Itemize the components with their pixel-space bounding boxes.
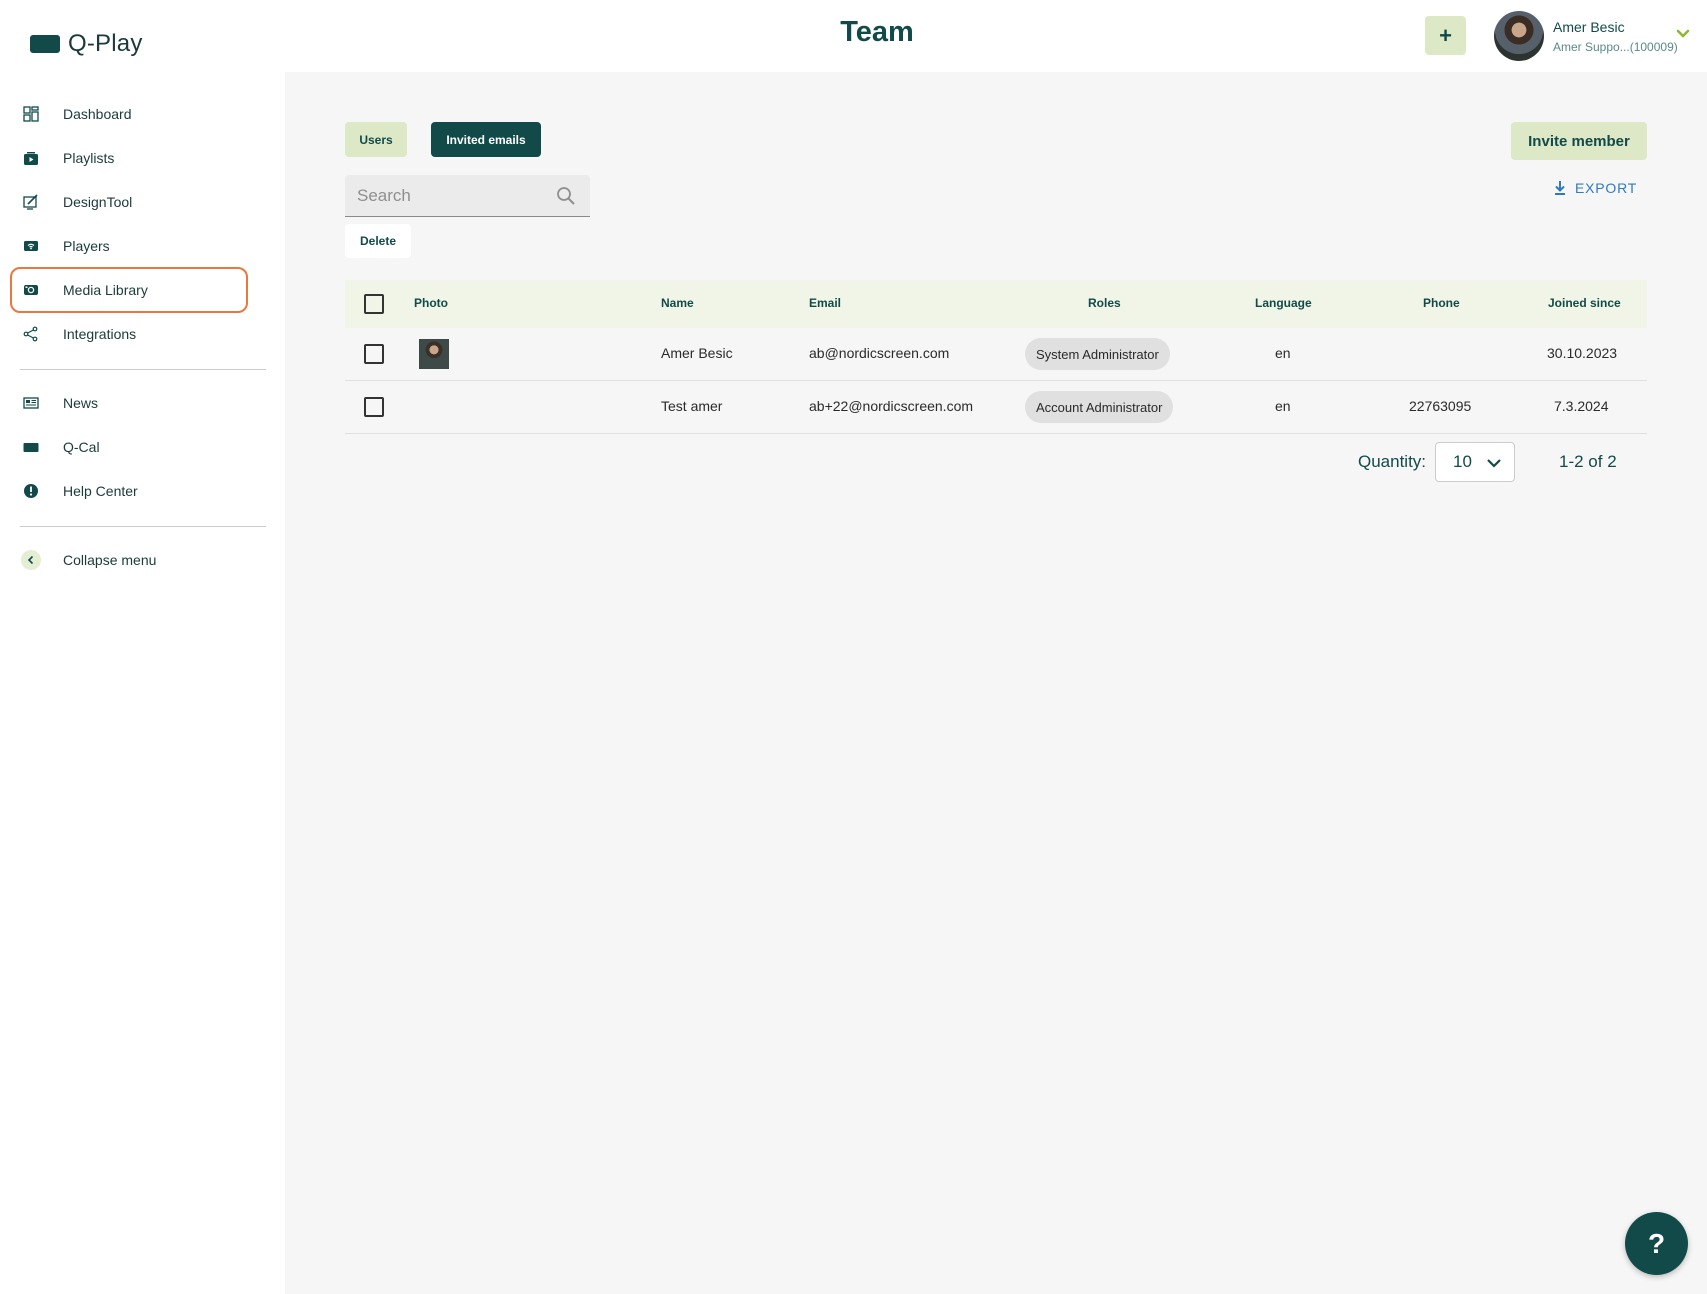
sidebar-item-label: Collapse menu (63, 552, 157, 568)
news-icon (23, 397, 39, 409)
sidebar-divider (20, 526, 266, 527)
avatar (1494, 11, 1544, 61)
user-account: Amer Suppo...(100009) (1553, 39, 1678, 54)
select-all-checkbox[interactable] (364, 294, 384, 314)
table-header: Photo Name Email Roles Language Phone Jo… (345, 280, 1647, 328)
members-table: Photo Name Email Roles Language Phone Jo… (345, 280, 1647, 434)
media-library-icon (24, 285, 38, 295)
sidebar-item-news[interactable]: News (10, 380, 248, 426)
help-fab-button[interactable]: ? (1625, 1212, 1688, 1275)
delete-button[interactable]: Delete (345, 224, 411, 258)
member-photo (419, 339, 449, 369)
dashboard-icon (23, 106, 39, 122)
sidebar-item-playlists[interactable]: Playlists (10, 135, 248, 181)
column-header-email: Email (809, 296, 842, 310)
main-content: Users Invited emails Invite member EXPOR… (285, 72, 1707, 1294)
download-icon (1555, 181, 1565, 195)
collapse-icon (21, 550, 41, 570)
export-button[interactable]: EXPORT (1553, 180, 1637, 196)
chevron-down-icon (1487, 459, 1501, 468)
sidebar-item-label: Media Library (63, 282, 148, 298)
sidebar-item-players[interactable]: Players (10, 223, 248, 269)
search-input[interactable] (357, 185, 547, 207)
tab-invited-emails[interactable]: Invited emails (431, 122, 541, 157)
column-header-roles: Roles (1088, 296, 1121, 310)
column-header-language: Language (1255, 296, 1312, 310)
member-email: ab+22@nordicscreen.com (809, 398, 974, 414)
column-header-phone: Phone (1423, 296, 1460, 310)
table-row[interactable]: Test amer ab+22@nordicscreen.com Account… (345, 381, 1647, 434)
column-header-joined: Joined since (1548, 296, 1621, 310)
user-info: Amer Besic Amer Suppo...(100009) (1553, 19, 1678, 54)
row-checkbox[interactable] (364, 344, 384, 364)
design-tool-icon (23, 194, 38, 210)
column-header-photo: Photo (414, 296, 448, 310)
sidebar-item-label: DesignTool (63, 194, 133, 210)
member-joined: 7.3.2024 (1554, 398, 1609, 414)
user-menu[interactable]: Amer Besic Amer Suppo...(100009) (1494, 11, 1678, 61)
user-name: Amer Besic (1553, 18, 1625, 35)
pagination: Quantity: 10 1-2 of 2 (345, 442, 1647, 482)
role-chip: System Administrator (1025, 338, 1170, 370)
column-header-name: Name (661, 296, 694, 310)
page-range: 1-2 of 2 (1559, 452, 1617, 471)
sidebar: Dashboard Playlists DesignTool Players M… (0, 72, 285, 1294)
quantity-select[interactable]: 10 (1435, 442, 1515, 482)
quantity-label: Quantity: (1358, 452, 1427, 471)
top-header: Q-Play Team + Amer Besic Amer Suppo...(1… (0, 0, 1707, 72)
tab-users[interactable]: Users (345, 122, 407, 157)
sidebar-item-label: Players (63, 238, 110, 254)
role-chip: Account Administrator (1025, 391, 1174, 423)
calendar-icon (23, 443, 39, 452)
member-phone: 22763095 (1409, 398, 1472, 414)
member-name: Amer Besic (661, 345, 733, 361)
export-label: EXPORT (1575, 180, 1638, 196)
sidebar-item-help-center[interactable]: Help Center (10, 468, 248, 514)
member-language: en (1275, 345, 1291, 361)
add-button[interactable]: + (1425, 16, 1466, 55)
sidebar-item-label: Integrations (63, 326, 137, 342)
member-joined: 30.10.2023 (1547, 345, 1618, 361)
member-name: Test amer (661, 398, 723, 414)
quantity-value: 10 (1453, 452, 1472, 471)
sidebar-item-label: Q-Cal (63, 439, 100, 455)
invite-member-button[interactable]: Invite member (1511, 122, 1647, 160)
sidebar-item-label: Help Center (63, 483, 138, 499)
sidebar-divider (20, 369, 266, 370)
sidebar-item-media-library[interactable]: Media Library (10, 267, 248, 313)
table-row[interactable]: Amer Besic ab@nordicscreen.com System Ad… (345, 328, 1647, 381)
sidebar-item-integrations[interactable]: Integrations (10, 311, 248, 357)
chevron-down-icon[interactable] (1676, 27, 1690, 41)
search-field[interactable] (345, 175, 590, 217)
playlist-icon (24, 152, 38, 165)
row-checkbox[interactable] (364, 397, 384, 417)
sidebar-item-qcal[interactable]: Q-Cal (10, 424, 248, 470)
sidebar-item-label: Dashboard (63, 106, 132, 122)
sidebar-item-label: News (63, 395, 99, 411)
search-icon[interactable] (555, 185, 577, 207)
players-icon (24, 241, 38, 251)
sidebar-item-dashboard[interactable]: Dashboard (10, 91, 248, 137)
help-icon (24, 484, 38, 498)
member-email: ab@nordicscreen.com (809, 345, 950, 361)
sidebar-item-label: Playlists (63, 150, 115, 166)
sidebar-item-designtool[interactable]: DesignTool (10, 179, 248, 225)
sidebar-item-collapse-menu[interactable]: Collapse menu (10, 537, 248, 583)
member-language: en (1275, 398, 1291, 414)
integrations-icon (23, 326, 38, 342)
